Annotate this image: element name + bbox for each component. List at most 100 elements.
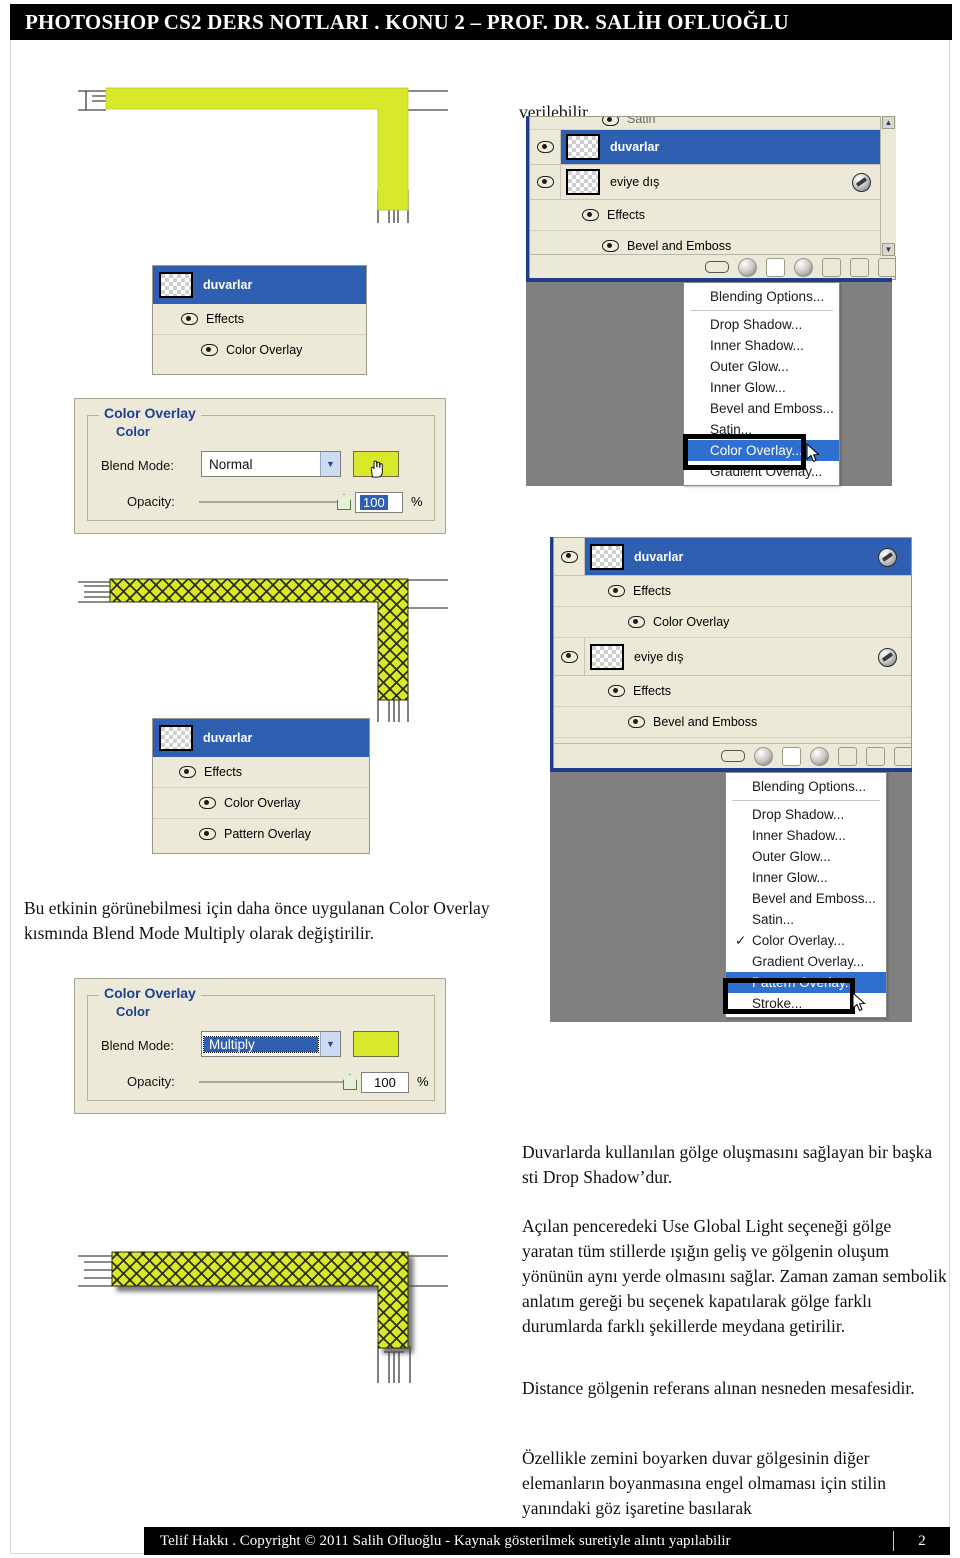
effects-row[interactable]: Effects [530, 200, 895, 231]
layer-row-duvarlar[interactable]: duvarlar [554, 538, 911, 576]
delete-layer-icon[interactable] [894, 746, 911, 766]
layers-panel-small-pattern-overlay[interactable]: duvarlar Effects Color Overlay Pattern O… [152, 718, 370, 854]
chevron-down-icon[interactable]: ▼ [320, 1032, 340, 1056]
layer-style-menu-pattern-overlay[interactable]: Blending Options... Drop Shadow... Inner… [725, 772, 887, 1018]
layers-panel-middle-right[interactable]: duvarlar Effects Color Overlay eviye dış… [550, 537, 912, 769]
layers-panel-top-right[interactable]: Satin duvarlar eviye dış Effects Bevel a… [526, 116, 896, 280]
adjustment-layer-icon[interactable] [810, 746, 829, 766]
eye-icon[interactable] [181, 313, 198, 325]
menu-item-bevel-emboss[interactable]: Bevel and Emboss... [684, 398, 839, 419]
color-overlay-settings-multiply[interactable]: Color Overlay Color Blend Mode: Multiply… [74, 978, 446, 1114]
effects-row[interactable]: Effects [554, 576, 911, 607]
effects-label: Effects [633, 584, 671, 598]
paragraph-ozellikle: Özellikle zemini boyarken duvar gölgesin… [522, 1447, 886, 1518]
effect-row-pattern-overlay[interactable]: Pattern Overlay [153, 819, 369, 849]
layer-fx-icon[interactable] [878, 548, 897, 567]
layer-visibility-toggle[interactable] [554, 538, 585, 575]
eye-icon[interactable] [199, 828, 216, 840]
menu-item-inner-shadow[interactable]: Inner Shadow... [726, 825, 886, 846]
layer-row-duvarlar[interactable]: duvarlar [530, 130, 895, 165]
layers-panel-toolbar[interactable] [554, 743, 911, 768]
add-layer-mask-icon[interactable] [766, 257, 785, 277]
eye-icon[interactable] [582, 209, 599, 221]
layer-visibility-toggle[interactable] [554, 638, 585, 675]
eye-icon[interactable] [608, 585, 625, 597]
color-overlay-settings-normal[interactable]: Color Overlay Color Blend Mode: Normal ▼… [74, 398, 446, 534]
link-layers-icon[interactable] [705, 261, 729, 273]
eye-icon[interactable] [608, 685, 625, 697]
menu-item-drop-shadow[interactable]: Drop Shadow... [726, 804, 886, 825]
eye-icon[interactable] [536, 141, 554, 153]
eye-icon[interactable] [201, 344, 218, 356]
blend-mode-value: Normal [209, 456, 253, 472]
menu-item-satin[interactable]: Satin... [726, 909, 886, 930]
new-group-icon[interactable] [838, 746, 857, 766]
opacity-label: Opacity: [127, 1074, 175, 1089]
layers-panel-small-color-overlay[interactable]: duvarlar Effects Color Overlay [152, 265, 367, 375]
effects-row[interactable]: Effects [153, 304, 366, 335]
layer-fx-icon[interactable] [878, 648, 897, 667]
add-layer-mask-icon[interactable] [782, 746, 801, 766]
menu-item-inner-glow[interactable]: Inner Glow... [684, 377, 839, 398]
adjustment-layer-icon[interactable] [794, 257, 813, 277]
blend-mode-select[interactable]: Multiply ▼ [201, 1031, 341, 1057]
eye-icon[interactable] [602, 240, 619, 252]
effect-row-color-overlay[interactable]: Color Overlay [554, 607, 911, 638]
menu-item-gradient-overlay[interactable]: Gradient Overlay... [684, 461, 839, 482]
effects-row[interactable]: Effects [153, 757, 369, 788]
menu-item-pattern-overlay[interactable]: Pattern Overlay... [726, 972, 886, 993]
menu-item-outer-glow[interactable]: Outer Glow... [684, 356, 839, 377]
blend-mode-value: Multiply [203, 1035, 319, 1053]
menu-item-bevel-emboss[interactable]: Bevel and Emboss... [726, 888, 886, 909]
eye-icon[interactable] [628, 716, 645, 728]
layer-row-eviye-dis[interactable]: eviye dış [530, 165, 895, 200]
opacity-input[interactable]: 100 [355, 492, 403, 513]
menu-item-color-overlay[interactable]: ✓ Color Overlay... [726, 930, 886, 951]
eye-icon[interactable] [536, 176, 554, 188]
menu-item-blending-options[interactable]: Blending Options... [726, 776, 886, 797]
effects-row[interactable]: Effects [554, 676, 911, 707]
effect-row-bevel-emboss[interactable]: Bevel and Emboss [554, 707, 911, 738]
blend-mode-select[interactable]: Normal ▼ [201, 451, 341, 477]
menu-item-outer-glow[interactable]: Outer Glow... [726, 846, 886, 867]
eye-icon[interactable] [179, 766, 196, 778]
chevron-down-icon[interactable]: ▼ [320, 452, 340, 476]
add-layer-style-icon[interactable] [738, 257, 757, 277]
eye-icon[interactable] [560, 550, 578, 563]
eye-icon[interactable] [560, 650, 578, 663]
layer-fx-icon[interactable] [852, 173, 871, 192]
link-layers-icon[interactable] [721, 750, 745, 762]
layers-panel-toolbar[interactable] [530, 254, 895, 279]
effect-row-color-overlay[interactable]: Color Overlay [153, 335, 366, 365]
effect-row-color-overlay[interactable]: Color Overlay [153, 788, 369, 819]
menu-item-drop-shadow[interactable]: Drop Shadow... [684, 314, 839, 335]
eye-icon[interactable] [602, 117, 619, 126]
menu-item-blending-options[interactable]: Blending Options... [684, 286, 839, 307]
opacity-input[interactable]: 100 [361, 1072, 409, 1093]
footer-divider [893, 1531, 894, 1551]
menu-item-inner-glow[interactable]: Inner Glow... [726, 867, 886, 888]
eye-icon[interactable] [628, 616, 645, 628]
new-layer-icon[interactable] [866, 746, 885, 766]
scroll-up-icon[interactable]: ▲ [882, 116, 895, 129]
layer-visibility-toggle[interactable] [530, 165, 561, 199]
layers-scrollbar[interactable]: ▲ ▼ [880, 116, 896, 256]
menu-item-satin[interactable]: Satin... [684, 419, 839, 440]
menu-item-gradient-overlay[interactable]: Gradient Overlay... [726, 951, 886, 972]
opacity-slider-track[interactable] [199, 1081, 349, 1083]
new-group-icon[interactable] [822, 257, 841, 277]
delete-layer-icon[interactable] [878, 257, 895, 277]
scroll-down-icon[interactable]: ▼ [882, 243, 895, 256]
layer-row-duvarlar[interactable]: duvarlar [153, 266, 366, 304]
layer-name: duvarlar [203, 731, 253, 745]
menu-item-inner-shadow[interactable]: Inner Shadow... [684, 335, 839, 356]
layer-row-duvarlar[interactable]: duvarlar [153, 719, 369, 757]
opacity-slider-track[interactable] [199, 501, 343, 503]
eye-icon[interactable] [199, 797, 216, 809]
new-layer-icon[interactable] [850, 257, 869, 277]
layer-visibility-toggle[interactable] [530, 130, 561, 164]
color-swatch[interactable] [353, 1031, 399, 1057]
effect-row-partial-satin[interactable]: Satin [530, 117, 895, 130]
layer-row-eviye-dis[interactable]: eviye dış [554, 638, 911, 676]
add-layer-style-icon[interactable] [754, 746, 773, 766]
